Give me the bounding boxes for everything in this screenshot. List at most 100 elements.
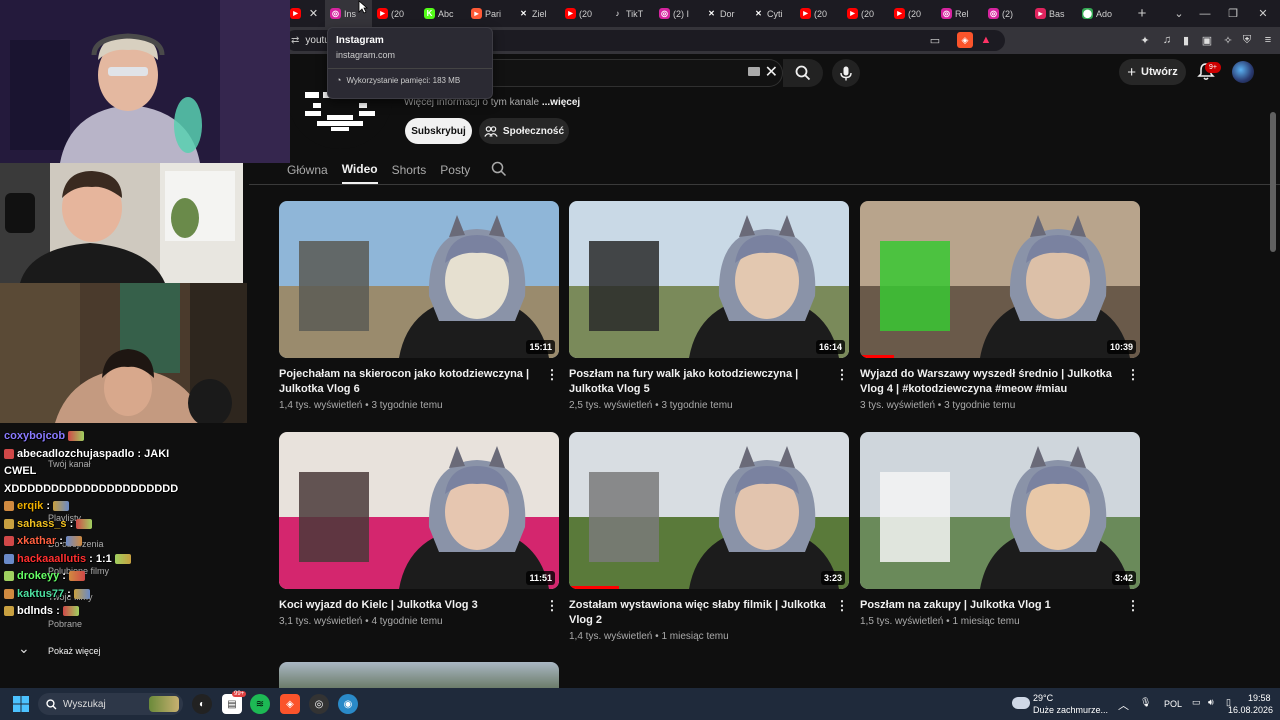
video-menu-icon[interactable]: ⋮ (836, 367, 849, 383)
browser-tab[interactable]: ◎ (2) I (654, 0, 701, 27)
chat-badge-icon (4, 553, 14, 564)
tab-videos[interactable]: Wideo (341, 156, 378, 184)
notes-app-icon[interactable]: ▤ (222, 694, 242, 714)
extensions-icon[interactable]: ✦ (1137, 32, 1153, 48)
create-button[interactable]: + Utwórz (1119, 59, 1186, 85)
browser-tab[interactable]: ✕ Dor (701, 0, 748, 27)
video-duration-badge: 3:42 (1111, 571, 1136, 585)
site-info-icon[interactable]: ⇄ (291, 35, 299, 46)
video-age: 4 tygodnie temu (371, 616, 443, 627)
video-thumbnail[interactable]: 3:42 (860, 432, 1140, 589)
video-menu-icon[interactable]: ⋮ (546, 367, 559, 383)
clock-date[interactable]: 16.08.2026 (1228, 705, 1273, 715)
vpn-icon[interactable]: ⛨ (1239, 32, 1255, 48)
browser-tab[interactable]: ⬤ Ado (1077, 0, 1124, 27)
video-thumbnail-partial[interactable] (279, 662, 559, 688)
browser-tab-label: (2) I (673, 8, 690, 19)
volume-icon[interactable]: 🔊︎ (1208, 697, 1214, 708)
video-menu-icon[interactable]: ⋮ (546, 598, 559, 614)
video-thumbnail[interactable]: 3:23 (569, 432, 849, 589)
browser-tab[interactable]: ▶ ✕ (285, 0, 325, 27)
video-title[interactable]: Poszłam na fury walk jako kotodziewczyna… (569, 367, 827, 397)
video-thumbnail[interactable]: 11:51 (279, 432, 559, 589)
menu-icon[interactable]: ≡ (1260, 32, 1276, 48)
user-avatar[interactable] (1232, 61, 1254, 83)
browser-tab[interactable]: ◎ (2) (983, 0, 1030, 27)
video-title[interactable]: Koci wyjazd do Kielc | Julkotka Vlog 3 (279, 598, 537, 613)
video-title[interactable]: Pojechałam na skierocon jako kotodziewcz… (279, 367, 537, 397)
page-scrollbar[interactable] (1270, 112, 1276, 252)
minimize-icon[interactable]: — (1190, 0, 1220, 27)
browser-tab[interactable]: ▶ (20 (372, 0, 419, 27)
microphone-tray-icon[interactable]: 🎙︎ (1140, 697, 1151, 708)
browser-tab[interactable]: K Abc (419, 0, 466, 27)
browser-tab[interactable]: ♪ TikT (607, 0, 654, 27)
language-indicator[interactable]: POL (1164, 699, 1182, 709)
cast-icon[interactable]: ▭ (927, 32, 943, 48)
search-button[interactable] (783, 59, 823, 87)
video-menu-icon[interactable]: ⋮ (1127, 367, 1140, 383)
app-icon-1[interactable]: ◐ (192, 694, 212, 714)
obs-icon[interactable]: ◎ (309, 694, 329, 714)
globe-app-icon[interactable]: ◉ (338, 694, 358, 714)
clock-time[interactable]: 19:58 (1248, 693, 1271, 703)
browser-tab[interactable]: ◎ Rel (936, 0, 983, 27)
channel-more-link[interactable]: ...więcej (542, 97, 580, 108)
new-tab-button[interactable]: + (1132, 4, 1152, 24)
wallet-icon[interactable]: ▣ (1199, 32, 1215, 48)
tooltip-memory-text: Wykorzystanie pamięci: 183 MB (346, 75, 461, 85)
video-thumbnail[interactable]: 15:11 (279, 201, 559, 358)
brave-browser-icon[interactable]: ◈ (280, 694, 300, 714)
browser-tab[interactable]: ▶ (20 (560, 0, 607, 27)
browser-tab[interactable]: ▶ (20 (842, 0, 889, 27)
browser-tab[interactable]: ▶ (20 (889, 0, 936, 27)
browser-tab[interactable]: ✕ Ziel (513, 0, 560, 27)
browser-tab[interactable]: ▶ (20 (795, 0, 842, 27)
video-title[interactable]: Wyjazd do Warszawy wyszedł średnio | Jul… (860, 367, 1118, 397)
tray-chevron-icon[interactable]: ︿ (1118, 697, 1129, 713)
channel-tabs: Główna Wideo Shorts Posty (280, 156, 477, 184)
leo-ai-icon[interactable]: ✧ (1220, 32, 1236, 48)
video-card[interactable]: 10:39 ⋮ Wyjazd do Warszawy wyszedł średnio… (860, 201, 1140, 411)
video-card[interactable]: 15:11 ⋮ Pojechałam na skierocon jako kotod… (279, 201, 559, 411)
video-card[interactable]: 3:23 ⋮ Zostałam wystawiona więc słaby film… (569, 432, 849, 642)
community-button[interactable]: Społeczność (479, 118, 569, 144)
video-card[interactable]: 16:14 ⋮ Poszłam na fury walk jako kotodzie… (569, 201, 849, 411)
browser-tab[interactable]: ▸ Bas (1030, 0, 1077, 27)
tab-home[interactable]: Główna (287, 156, 328, 184)
network-icon[interactable]: ▭ (1192, 697, 1201, 708)
video-duration-badge: 15:11 (526, 340, 555, 354)
video-duration-badge: 3:23 (820, 571, 845, 585)
video-title[interactable]: Poszłam na zakupy | Julkotka Vlog 1 (860, 598, 1118, 613)
close-window-icon[interactable]: ✕ (1248, 0, 1278, 27)
browser-tab[interactable]: ▸ Pari (466, 0, 513, 27)
keyboard-icon[interactable] (748, 67, 760, 76)
chat-message: XDDDDDDDDDDDDDDDDDDDDD (4, 481, 178, 497)
brave-rewards-icon[interactable]: ▲ (978, 32, 994, 48)
clear-search-icon[interactable]: ✕ (765, 62, 778, 82)
brave-shield-icon[interactable]: ◈ (957, 32, 973, 48)
video-thumbnail[interactable]: 10:39 (860, 201, 1140, 358)
subscribe-button[interactable]: Subskrybuj (405, 118, 472, 144)
video-card[interactable]: 3:42 ⋮ Poszłam na zakupy | Julkotka Vlog 1… (860, 432, 1140, 627)
voice-search-button[interactable] (832, 59, 860, 87)
spotify-icon[interactable]: ≋ (250, 694, 270, 714)
search-input[interactable]: ✕ (455, 59, 783, 87)
sidebar-icon[interactable]: ▮ (1178, 32, 1194, 48)
video-thumbnail[interactable]: 16:14 (569, 201, 849, 358)
video-menu-icon[interactable]: ⋮ (1127, 598, 1140, 614)
chat-username: kaktus77 (17, 587, 65, 600)
instagram-icon: ◎ (330, 8, 341, 19)
browser-tab[interactable]: ✕ Cyti (748, 0, 795, 27)
tab-posts[interactable]: Posty (440, 156, 470, 184)
video-menu-icon[interactable]: ⋮ (836, 598, 849, 614)
video-title[interactable]: Zostałam wystawiona więc słaby filmik | … (569, 598, 827, 628)
video-card[interactable]: 11:51 ⋮ Koci wyjazd do Kielc | Julkotka Vl… (279, 432, 559, 627)
close-tab-icon[interactable]: ✕ (307, 7, 320, 21)
media-icon[interactable]: ♫ (1159, 32, 1175, 48)
taskbar-search[interactable]: Wyszukaj (38, 693, 183, 715)
tab-shorts[interactable]: Shorts (392, 156, 427, 184)
windows-start-icon[interactable] (13, 696, 29, 712)
channel-search-icon[interactable] (491, 161, 507, 177)
maximize-icon[interactable]: ❐ (1218, 0, 1248, 27)
